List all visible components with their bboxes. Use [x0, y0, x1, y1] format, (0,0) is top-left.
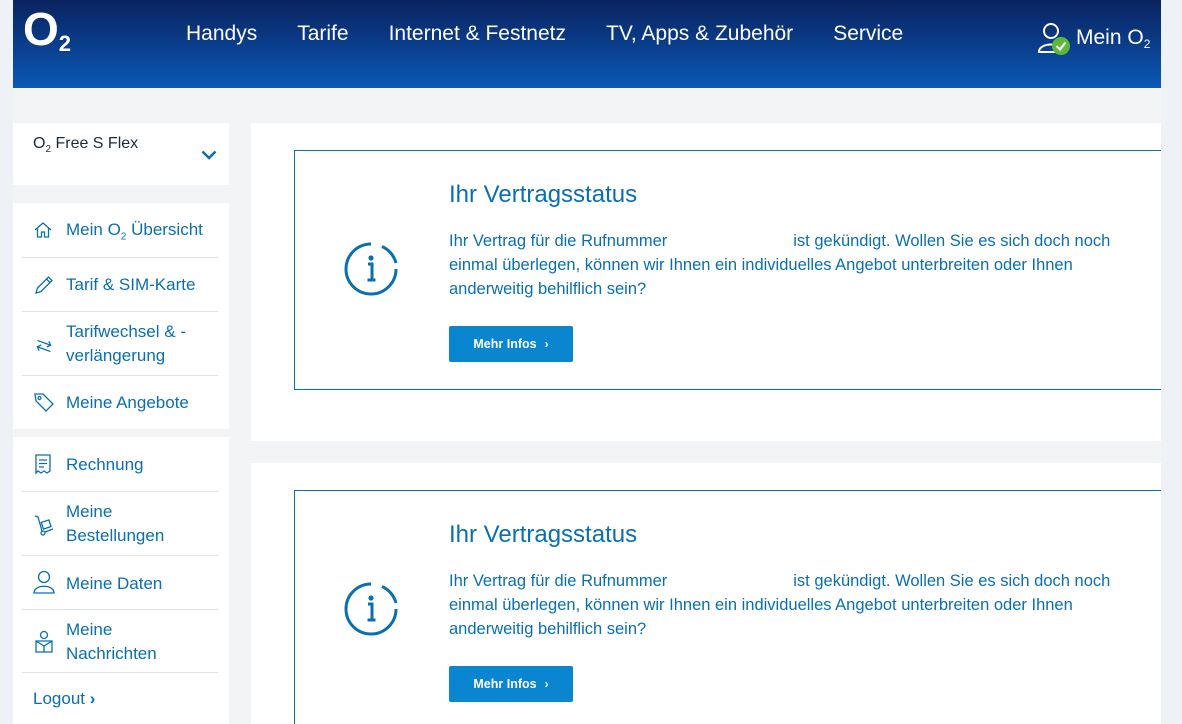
- sidebar-item-angebote[interactable]: Meine Angebote: [22, 376, 218, 429]
- swap-arrows-icon: [33, 336, 55, 363]
- contract-status-card: Ihr Vertragsstatus Ihr Vertrag für die R…: [251, 463, 1161, 724]
- status-message: Ihr Vertrag für die Rufnummer ist gekündi…: [449, 572, 1111, 638]
- nav-tv-apps-zubehoer[interactable]: TV, Apps & Zubehör: [606, 22, 793, 46]
- nav-tarife[interactable]: Tarife: [297, 22, 348, 46]
- sidebar-item-label: Meine Nachrichten: [66, 620, 157, 663]
- sidebar-item-bestellungen[interactable]: Meine Bestellungen: [22, 492, 218, 556]
- invoice-icon: [33, 453, 53, 482]
- contract-status-notice: Ihr Vertragsstatus Ihr Vertrag für die R…: [294, 150, 1161, 390]
- sidebar-menu-primary: Mein O2 Übersicht Tarif & SIM-Karte Tari…: [13, 203, 229, 429]
- sidebar-item-tarifwechsel[interactable]: Tarifwechsel & - verlängerung: [22, 312, 218, 376]
- sidebar-item-nachrichten[interactable]: Meine Nachrichten: [22, 610, 218, 673]
- sidebar-item-label: Meine Daten: [66, 574, 163, 593]
- nav-service[interactable]: Service: [833, 22, 903, 46]
- mein-o2-account-link[interactable]: Mein O2: [1037, 20, 1150, 56]
- sidebar-item-label: Meine Bestellungen: [66, 502, 165, 545]
- contract-status-notice: Ihr Vertragsstatus Ihr Vertrag für die R…: [294, 490, 1161, 724]
- page-frame: O2 Handys Tarife Internet & Festnetz TV,…: [13, 0, 1161, 724]
- status-message: Ihr Vertrag für die Rufnummer ist gekündi…: [449, 232, 1111, 298]
- o2-logo[interactable]: O2: [23, 2, 71, 57]
- chevron-right-icon: ›: [544, 677, 549, 691]
- sidebar-item-meine-daten[interactable]: Meine Daten: [22, 556, 218, 610]
- pencil-icon: [33, 274, 55, 303]
- mehr-infos-button[interactable]: Mehr Infos ›: [449, 326, 573, 362]
- tag-icon: [33, 391, 55, 420]
- hand-truck-icon: [33, 514, 55, 543]
- top-header: O2 Handys Tarife Internet & Festnetz TV,…: [13, 0, 1161, 88]
- status-title: Ihr Vertragsstatus: [449, 521, 638, 548]
- sidebar-item-label: Rechnung: [66, 455, 144, 474]
- status-title: Ihr Vertragsstatus: [449, 181, 638, 208]
- sidebar-item-label: Tarifwechsel & - verlängerung: [66, 322, 186, 365]
- chevron-right-icon: ›: [544, 337, 549, 351]
- sidebar-item-label: Mein O2 Übersicht: [66, 220, 203, 243]
- sidebar-item-tarif-sim[interactable]: Tarif & SIM-Karte: [22, 258, 218, 312]
- sidebar-item-rechnung[interactable]: Rechnung: [22, 437, 218, 492]
- chevron-down-icon: [201, 147, 217, 165]
- contract-status-card: Ihr Vertragsstatus Ihr Vertrag für die R…: [251, 123, 1161, 441]
- info-icon: [342, 580, 400, 643]
- nav-handys[interactable]: Handys: [186, 22, 257, 46]
- contract-label: O2 Free S Flex: [33, 135, 139, 156]
- user-check-icon: [1037, 20, 1071, 56]
- logout-link[interactable]: Logout ›: [33, 689, 95, 709]
- sidebar-item-label: Tarif & SIM-Karte: [66, 275, 196, 294]
- sidebar-item-overview[interactable]: Mein O2 Übersicht: [22, 203, 218, 258]
- sidebar-menu-secondary: Rechnung Meine Bestellungen Meine Daten M…: [13, 437, 229, 724]
- mehr-infos-button[interactable]: Mehr Infos ›: [449, 666, 573, 702]
- home-icon: [33, 220, 53, 247]
- person-icon: [33, 570, 55, 601]
- sidebar-item-label: Meine Angebote: [66, 393, 189, 412]
- info-icon: [342, 240, 400, 303]
- mein-o2-label: Mein O2: [1076, 25, 1151, 51]
- mailbox-icon: [33, 630, 55, 661]
- nav-internet-festnetz[interactable]: Internet & Festnetz: [389, 22, 566, 46]
- contract-selector[interactable]: O2 Free S Flex: [13, 123, 229, 185]
- main-nav: Handys Tarife Internet & Festnetz TV, Ap…: [186, 22, 943, 46]
- chevron-right-icon: ›: [89, 689, 96, 708]
